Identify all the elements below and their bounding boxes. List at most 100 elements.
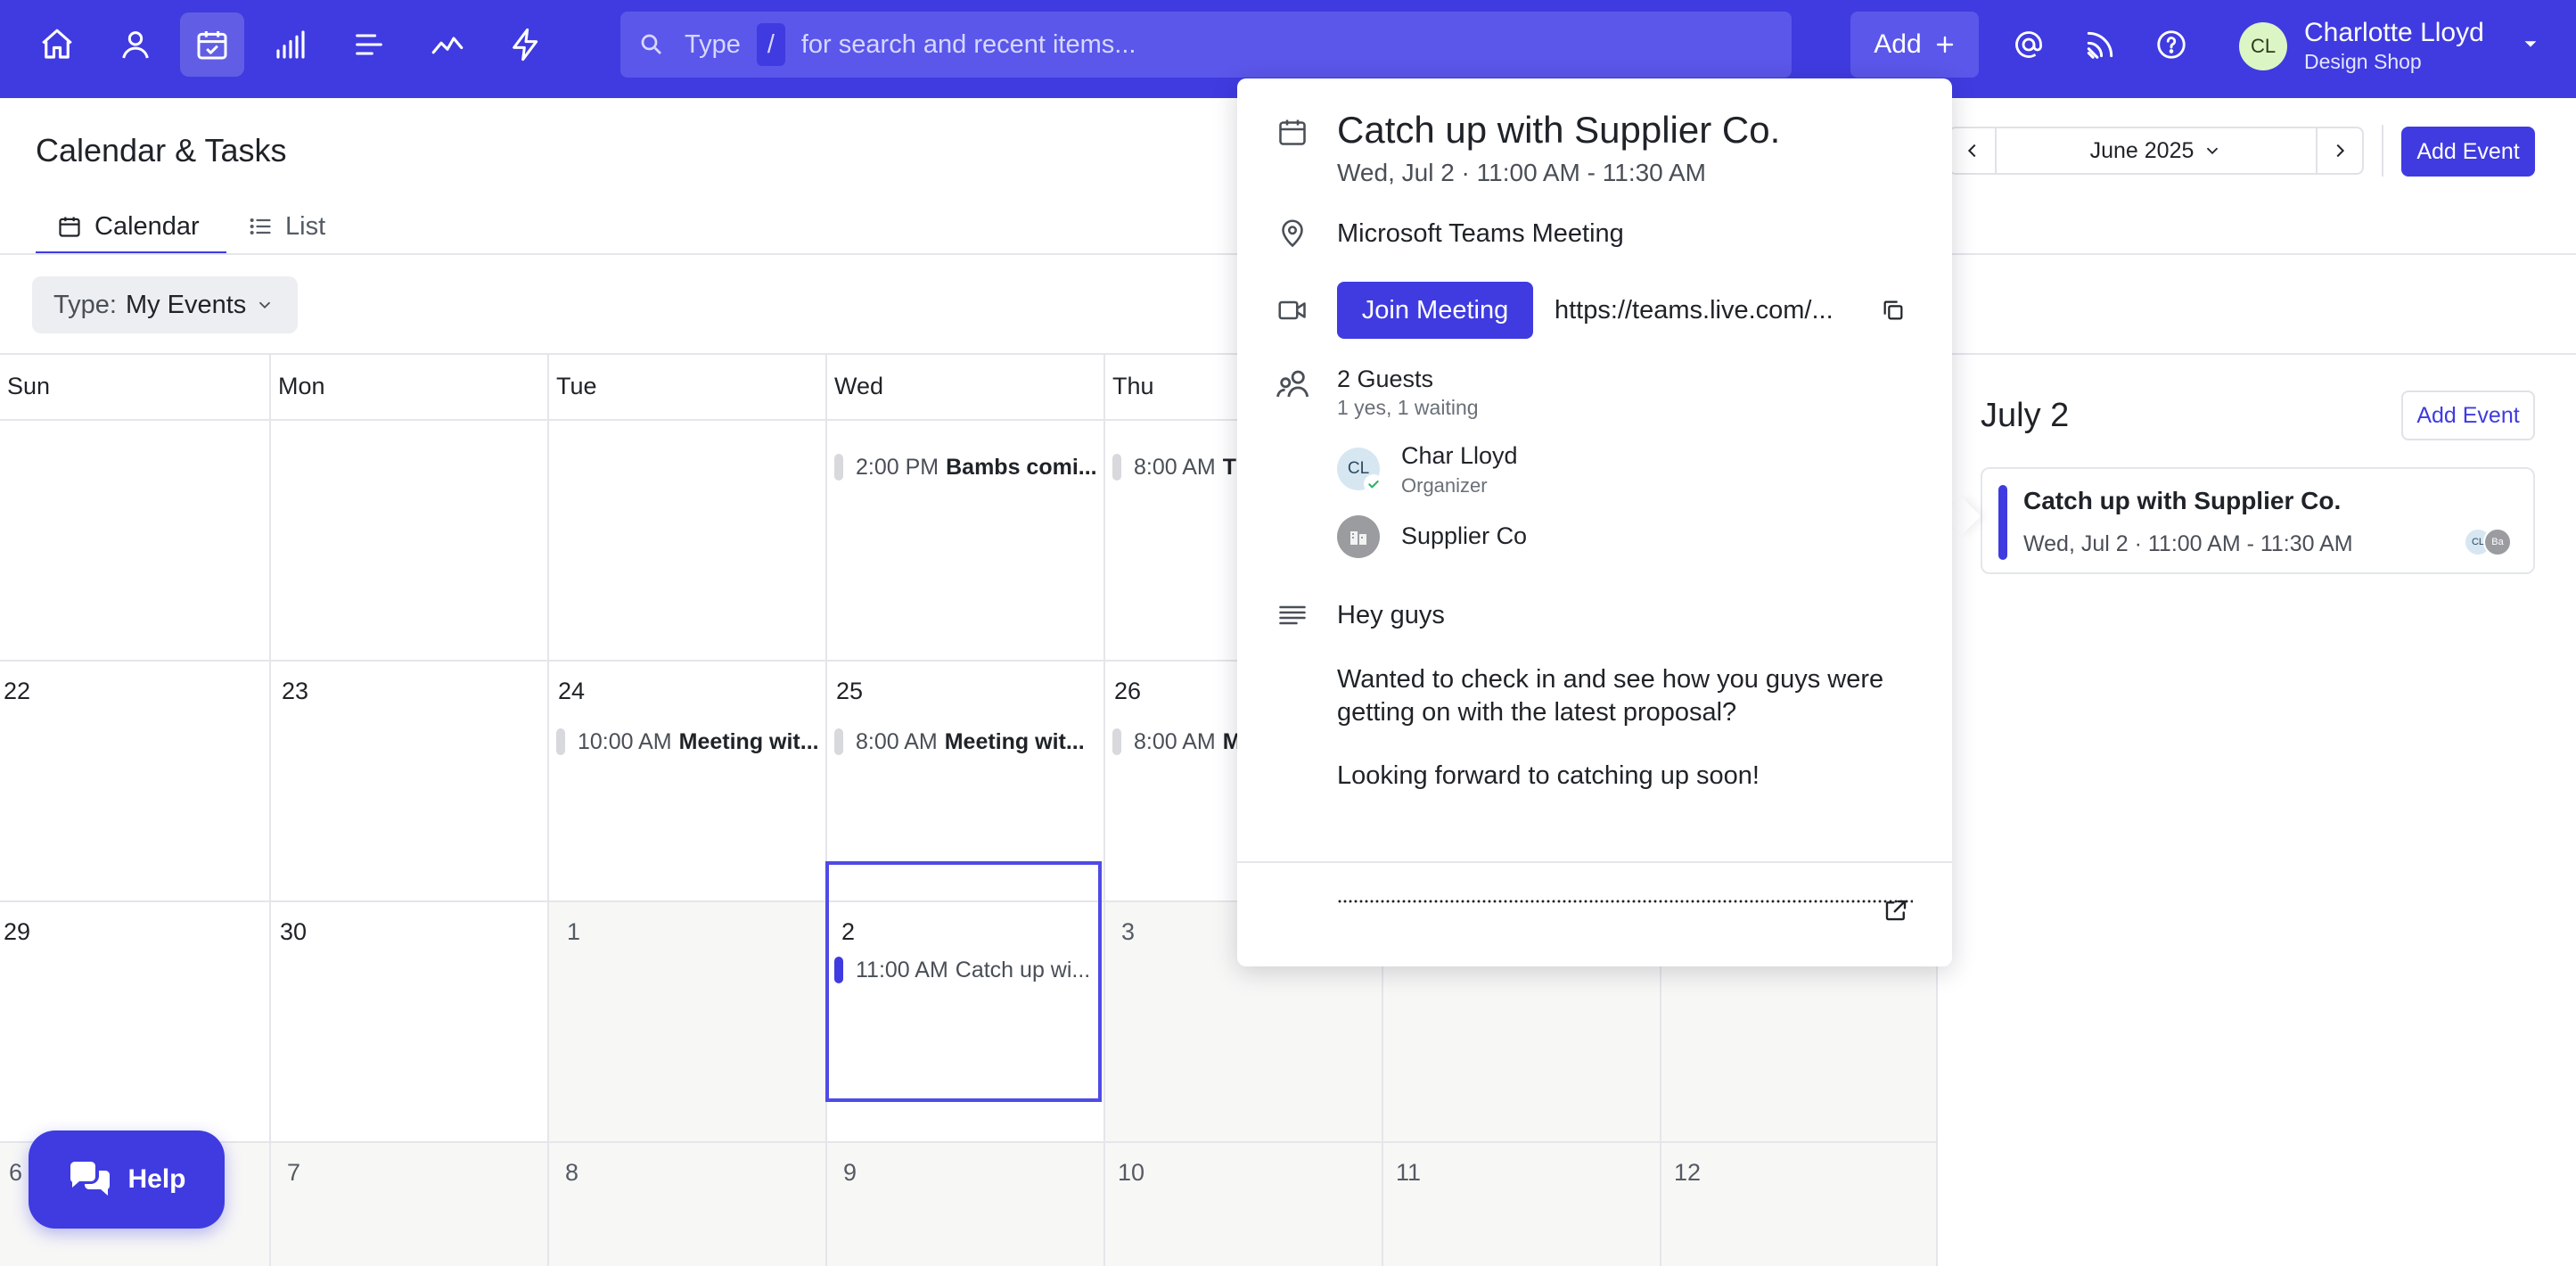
next-month-button[interactable] [2318, 128, 2362, 173]
previous-month-button[interactable] [1950, 128, 1995, 173]
mention-icon[interactable] [2004, 20, 2054, 70]
weekday-label: Mon [278, 373, 325, 399]
calendar-day-cell[interactable]: 7 [271, 1143, 549, 1266]
chat-bubbles-icon [67, 1159, 113, 1200]
user-name[interactable]: Charlotte Lloyd [2304, 18, 2484, 48]
calendar-day-cell[interactable]: 12 [1661, 1143, 1938, 1266]
calendar-day-cell[interactable]: 10 [1105, 1143, 1383, 1266]
calendar-day-cell[interactable] [271, 421, 549, 662]
month-navigator: June 2025 [1948, 127, 2364, 175]
type-filter-label: Type: [53, 290, 117, 319]
add-event-button[interactable]: Add Event [2401, 127, 2535, 177]
help-button[interactable]: Help [29, 1130, 225, 1229]
add-event-button-secondary[interactable]: Add Event [2401, 390, 2535, 440]
calendar-event[interactable]: 10:00 AM Meeting wit... [556, 726, 818, 758]
weekday-header: Mon [271, 355, 549, 421]
calendar-day-cell[interactable] [549, 421, 827, 662]
event-time: 2:00 PM [856, 454, 939, 480]
guests-count: 2 Guests [1337, 366, 1434, 392]
page-title: Calendar & Tasks [36, 132, 287, 169]
day-number: 22 [4, 678, 31, 704]
location-pin-icon [1276, 216, 1309, 251]
plus-icon [1934, 34, 1956, 55]
calendar-day-cell[interactable]: 29 [0, 902, 271, 1143]
month-label: June 2025 [2089, 137, 2195, 163]
calendar-day-cell[interactable] [0, 421, 271, 662]
guest-role: Organizer [1401, 474, 1488, 497]
join-meeting-button[interactable]: Join Meeting [1337, 282, 1533, 339]
event-note-body: Wanted to check in and see how you guys … [1337, 665, 1884, 727]
weekday-label: Tue [556, 373, 597, 399]
guest-initials: CL [1347, 459, 1370, 478]
type-filter-dropdown[interactable]: Type: My Events [32, 276, 298, 333]
event-title: Bambs comi... [946, 454, 1096, 480]
weekday-label: Sun [7, 373, 51, 399]
guest-item[interactable] [1337, 515, 1380, 558]
tab-list[interactable]: List [248, 198, 325, 255]
video-icon [1275, 294, 1310, 326]
event-color-bar [834, 728, 843, 755]
day-number: 12 [1674, 1159, 1702, 1186]
month-select[interactable]: June 2025 [1995, 128, 2318, 173]
chevron-down-icon [255, 295, 275, 315]
dotted-separator [1337, 899, 1913, 904]
user-icon[interactable] [103, 12, 168, 77]
avatar[interactable]: CL [2239, 22, 2287, 70]
copy-icon[interactable] [1881, 298, 1906, 323]
trend-line-icon[interactable] [415, 12, 480, 77]
event-card[interactable]: Catch up with Supplier Co. Wed, Jul 2 · … [1981, 467, 2535, 574]
event-details-popover: Catch up with Supplier Co. Wed, Jul 2 · … [1237, 78, 1952, 966]
check-icon [1364, 474, 1383, 494]
event-time: 8:00 AM [1134, 728, 1216, 754]
meeting-url-link[interactable]: https://teams.live.com/... [1555, 296, 1834, 325]
event-time: 8:00 AM [856, 728, 938, 754]
add-button[interactable]: Add [1850, 12, 1979, 78]
bar-chart-icon[interactable] [258, 12, 323, 77]
caret-down-icon[interactable] [2521, 34, 2540, 53]
popover-footer-divider [1237, 861, 1952, 863]
calendar-day-cell[interactable]: 2:00 PM Bambs comi... [827, 421, 1105, 662]
list-align-icon[interactable] [337, 12, 401, 77]
day-number: 24 [558, 678, 586, 704]
calendar-check-icon[interactable] [180, 12, 244, 77]
home-icon[interactable] [25, 12, 89, 77]
search-input[interactable]: Type / for search and recent items... [620, 12, 1792, 78]
event-color-bar [1112, 454, 1121, 481]
calendar-day-cell[interactable]: 22 [0, 662, 271, 902]
calendar-event[interactable]: 2:00 PM Bambs comi... [834, 451, 1096, 483]
selected-date-heading: July 2 [1981, 397, 2070, 434]
tab-calendar[interactable]: Calendar [57, 198, 200, 255]
external-link-icon[interactable] [1883, 897, 1909, 924]
event-color-bar [834, 454, 843, 481]
user-organization: Design Shop [2304, 50, 2422, 73]
calendar-day-cell[interactable]: 1 [549, 902, 827, 1143]
calendar-day-cell[interactable]: 24 10:00 AM Meeting wit... [549, 662, 827, 902]
search-placeholder-prefix: Type [685, 29, 741, 59]
day-number: 6 [9, 1159, 23, 1186]
guest-avatar: CL [1337, 448, 1383, 494]
lightning-icon[interactable] [494, 12, 558, 77]
guest-name: Supplier Co [1401, 522, 1528, 549]
calendar-day-cell[interactable]: 11 [1383, 1143, 1661, 1266]
chevron-down-icon [2207, 147, 2219, 155]
search-icon [638, 31, 665, 58]
guest-item[interactable]: CL [1337, 448, 1383, 494]
event-note-closing: Looking forward to catching up soon! [1337, 761, 1760, 790]
calendar-day-cell[interactable]: 30 [271, 902, 549, 1143]
calendar-event[interactable]: 8:00 AM Meeting wit... [834, 726, 1096, 758]
day-number: 30 [280, 918, 308, 945]
guests-rsvp-summary: 1 yes, 1 waiting [1337, 396, 1479, 419]
guest-name: Char Lloyd [1401, 442, 1518, 469]
day-number: 1 [567, 918, 581, 945]
help-circle-icon[interactable] [2146, 20, 2196, 70]
calendar-day-cell[interactable]: 8 [549, 1143, 827, 1266]
day-number: 10 [1118, 1159, 1145, 1186]
day-number: 8 [565, 1159, 579, 1186]
feed-icon[interactable] [2075, 20, 2125, 70]
calendar-day-cell[interactable]: 9 [827, 1143, 1105, 1266]
day-number: 29 [4, 918, 31, 945]
calendar-icon [57, 214, 82, 239]
calendar-day-cell[interactable]: 23 [271, 662, 549, 902]
day-number: 11 [1396, 1159, 1422, 1186]
event-title: Meeting wit... [678, 728, 818, 754]
